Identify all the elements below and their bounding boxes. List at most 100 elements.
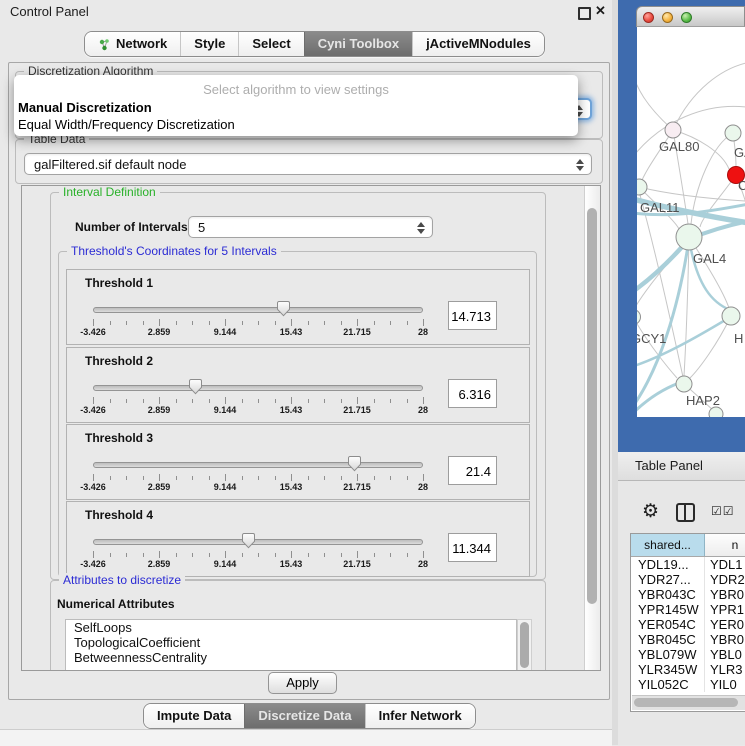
network-node[interactable] — [709, 407, 723, 417]
scrollbar-thumb[interactable] — [587, 208, 597, 604]
threshold-slider[interactable] — [93, 455, 423, 473]
slider-track[interactable] — [93, 385, 423, 391]
cell-shared-name[interactable]: YIL052C — [631, 677, 705, 692]
cell-shared-name[interactable]: YER054C — [631, 617, 705, 632]
threshold-slider[interactable] — [93, 532, 423, 550]
dropdown-option-equal-width[interactable]: Equal Width/Frequency Discretization — [18, 117, 235, 132]
close-window-button[interactable] — [643, 12, 654, 23]
cell-shared-name[interactable]: YBL079W — [631, 647, 705, 662]
float-panel-icon[interactable] — [578, 7, 591, 20]
network-desktop: GAL80GACGAL11GAL4GCY1HHAP2 — [618, 0, 745, 452]
cell-shared-name[interactable]: YBR045C — [631, 632, 705, 647]
table-row[interactable]: YBR043CYBR0 — [631, 587, 745, 602]
table-horizontal-scrollbar[interactable] — [632, 695, 745, 710]
network-node[interactable] — [665, 122, 681, 138]
tab-impute-data[interactable]: Impute Data — [144, 704, 244, 728]
slider-track[interactable] — [93, 462, 423, 468]
threshold-4-panel: Threshold 4-3.4262.8599.14415.4321.71528… — [66, 501, 530, 577]
threshold-value-field[interactable]: 11.344 — [448, 533, 497, 562]
tick-label: 2.859 — [148, 482, 171, 492]
cell-shared-name[interactable]: YDL19... — [631, 557, 705, 572]
threshold-slider[interactable] — [93, 378, 423, 396]
threshold-value-field[interactable]: 14.713 — [448, 301, 497, 330]
table-data-combobox[interactable]: galFiltered.sif default node — [24, 153, 592, 175]
interval-definition-label: Interval Definition — [59, 185, 160, 199]
dropdown-option-manual[interactable]: Manual Discretization — [18, 100, 152, 115]
network-node[interactable] — [676, 376, 692, 392]
network-node[interactable] — [725, 125, 741, 141]
cell-name[interactable]: YPR1 — [705, 602, 745, 617]
network-node[interactable] — [722, 307, 740, 325]
settings-scroll-pane: Interval Definition Number of Intervals … — [21, 185, 601, 671]
minimize-window-button[interactable] — [662, 12, 673, 23]
tab-cyni-toolbox[interactable]: Cyni Toolbox — [304, 32, 412, 56]
network-node[interactable] — [637, 179, 647, 195]
cell-name[interactable]: YBR0 — [705, 587, 745, 602]
tab-network[interactable]: Network — [85, 32, 180, 56]
zoom-window-button[interactable] — [681, 12, 692, 23]
threshold-label: Threshold 3 — [85, 431, 153, 445]
column-header-name[interactable]: n — [705, 534, 745, 556]
table-data-group: Table Data galFiltered.sif default node — [15, 139, 603, 184]
table-row[interactable]: YBL079WYBL0 — [631, 647, 745, 662]
attribute-list-item[interactable]: TopologicalCoefficient — [66, 636, 516, 650]
node-label: GAL11 — [640, 200, 680, 215]
cyni-mode-tabs: Impute Data Discretize Data Infer Networ… — [143, 703, 476, 729]
column-selector-icon[interactable] — [676, 503, 695, 522]
network-node[interactable] — [676, 224, 702, 250]
control-panel-titlebar: Control Panel ✕ — [0, 0, 612, 22]
attribute-list-item[interactable]: BetweennessCentrality — [66, 651, 516, 665]
cell-shared-name[interactable]: YPR145W — [631, 602, 705, 617]
table-row[interactable]: YDR27...YDR2 — [631, 572, 745, 587]
algorithm-dropdown-popup: Select algorithm to view settings Manual… — [14, 75, 578, 136]
control-panel-tabs: Network Style Select Cyni Toolbox jActiv… — [84, 31, 545, 57]
select-columns-checkboxes-icon[interactable]: ☑☑ — [711, 504, 735, 518]
tab-style[interactable]: Style — [180, 32, 238, 56]
tab-select[interactable]: Select — [238, 32, 303, 56]
cell-shared-name[interactable]: YDR27... — [631, 572, 705, 587]
attribute-list-item[interactable]: SelfLoops — [66, 621, 516, 635]
gear-icon[interactable]: ⚙ — [642, 500, 659, 523]
cell-shared-name[interactable]: YBR043C — [631, 587, 705, 602]
tick-label: 21.715 — [343, 482, 371, 492]
network-node[interactable] — [637, 310, 641, 325]
cell-name[interactable]: YDL1 — [705, 557, 745, 572]
slider-track[interactable] — [93, 307, 423, 313]
cell-name[interactable]: YIL0 — [705, 677, 745, 692]
close-panel-icon[interactable]: ✕ — [595, 3, 606, 19]
tab-jactivemnodules[interactable]: jActiveMNodules — [412, 32, 544, 56]
settings-vertical-scrollbar[interactable] — [584, 186, 600, 670]
attributes-group: Attributes to discretize Numerical Attri… — [50, 580, 546, 671]
table-row[interactable]: YER054CYER0 — [631, 617, 745, 632]
cell-name[interactable]: YLR3 — [705, 662, 745, 677]
column-header-shared-name[interactable]: shared... — [631, 534, 705, 556]
threshold-slider[interactable] — [93, 300, 423, 318]
tick-label: 9.144 — [214, 559, 237, 569]
cell-name[interactable]: YER0 — [705, 617, 745, 632]
num-intervals-combobox[interactable]: 5 — [188, 216, 433, 238]
cell-shared-name[interactable]: YLR345W — [631, 662, 705, 677]
network-edge — [637, 67, 673, 130]
threshold-value-field[interactable]: 6.316 — [448, 379, 497, 408]
network-canvas[interactable]: GAL80GACGAL11GAL4GCY1HHAP2 — [637, 27, 745, 417]
scrollbar-thumb[interactable] — [520, 622, 529, 668]
apply-button[interactable]: Apply — [268, 672, 337, 694]
slider-tick-labels: -3.4262.8599.14415.4321.71528 — [93, 405, 423, 416]
attributes-list-scrollbar[interactable] — [517, 619, 532, 671]
table-row[interactable]: YBR045CYBR0 — [631, 632, 745, 647]
tick-label: 28 — [418, 482, 428, 492]
cell-name[interactable]: YDR2 — [705, 572, 745, 587]
network-window-titlebar[interactable] — [636, 6, 745, 27]
scrollbar-thumb[interactable] — [634, 698, 738, 707]
slider-tick-labels: -3.4262.8599.14415.4321.71528 — [93, 327, 423, 338]
cell-name[interactable]: YBL0 — [705, 647, 745, 662]
table-row[interactable]: YIL052CYIL0 — [631, 677, 745, 692]
threshold-value-field[interactable]: 21.4 — [448, 456, 497, 485]
table-row[interactable]: YPR145WYPR1 — [631, 602, 745, 617]
table-row[interactable]: YLR345WYLR3 — [631, 662, 745, 677]
tab-discretize-data[interactable]: Discretize Data — [244, 704, 364, 728]
tab-infer-network[interactable]: Infer Network — [365, 704, 475, 728]
cell-name[interactable]: YBR0 — [705, 632, 745, 647]
table-row[interactable]: YDL19...YDL1 — [631, 557, 745, 572]
slider-track[interactable] — [93, 539, 423, 545]
